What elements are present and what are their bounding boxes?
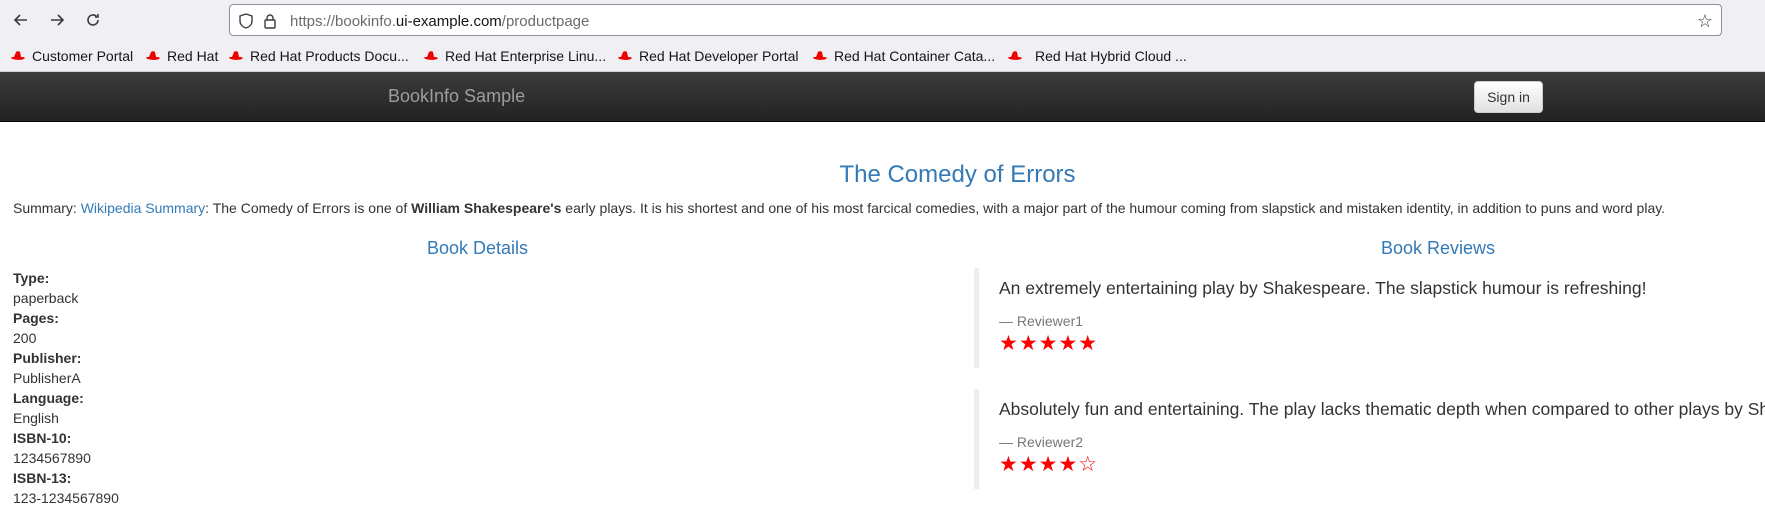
detail-value: 200: [13, 330, 37, 346]
star-rating: ★★★★★: [999, 332, 1099, 355]
red-hat-icon: [11, 51, 25, 60]
forward-arrow-icon[interactable]: [45, 8, 69, 32]
review-item: An extremely entertaining play by Shakes…: [974, 268, 1765, 368]
bookmark-customer-portal[interactable]: Customer Portal: [10, 46, 133, 66]
detail-value: PublisherA: [13, 370, 81, 386]
reload-icon[interactable]: [81, 8, 105, 32]
red-hat-icon: [813, 51, 827, 60]
detail-label: Pages:: [13, 310, 59, 326]
lock-icon[interactable]: [262, 13, 278, 29]
detail-label: Publisher:: [13, 350, 82, 366]
red-hat-icon: [229, 51, 243, 60]
web-page: BookInfo Sample Sign in The Comedy of Er…: [0, 72, 1765, 523]
reviewer-name: — Reviewer1: [999, 313, 1084, 329]
review-text: Absolutely fun and entertaining. The pla…: [999, 399, 1765, 419]
shield-icon[interactable]: [238, 13, 254, 29]
detail-label: ISBN-13:: [13, 470, 72, 486]
app-navbar: BookInfo Sample Sign in: [0, 72, 1765, 122]
detail-value: English: [13, 410, 59, 426]
back-arrow-icon[interactable]: [9, 8, 33, 32]
book-details-heading: Book Details: [427, 238, 529, 258]
sign-in-button[interactable]: Sign in: [1474, 81, 1543, 113]
review-item: Absolutely fun and entertaining. The pla…: [974, 389, 1765, 489]
detail-value: 1234567890: [13, 450, 91, 466]
red-hat-icon: [618, 51, 632, 60]
url-text[interactable]: https://bookinfo.ui-example.com/productp…: [290, 13, 589, 30]
bookmarks-bar: Customer Portal Red Hat Red Hat Products…: [0, 40, 1765, 72]
detail-label: Language:: [13, 390, 84, 406]
detail-value: 123-1234567890: [13, 490, 119, 506]
bookmark-red-hat-developer-portal[interactable]: Red Hat Developer Portal: [617, 46, 799, 66]
reviewer-name: — Reviewer2: [999, 434, 1084, 450]
detail-label: Type:: [13, 270, 50, 286]
detail-value: paperback: [13, 290, 79, 306]
review-text: An extremely entertaining play by Shakes…: [999, 278, 1647, 298]
book-reviews-heading: Book Reviews: [1381, 238, 1496, 258]
book-details-list: Type: paperback Pages: 200 Publisher: Pu…: [13, 268, 119, 508]
bookmark-red-hat-products-docs[interactable]: Red Hat Products Docu...: [228, 46, 409, 66]
red-hat-icon: [424, 51, 438, 60]
bookmark-red-hat-container-catalog[interactable]: Red Hat Container Cata...: [812, 46, 995, 66]
bookmark-star-icon[interactable]: ☆: [1697, 11, 1713, 32]
navbar-brand[interactable]: BookInfo Sample: [388, 86, 525, 107]
wikipedia-summary-link[interactable]: Wikipedia Summary: [81, 200, 205, 216]
browser-toolbar: https://bookinfo.ui-example.com/productp…: [0, 0, 1765, 40]
bookmark-red-hat[interactable]: Red Hat: [145, 46, 218, 66]
star-rating: ★★★★☆: [999, 453, 1099, 476]
summary-text: Summary: Wikipedia Summary: The Comedy o…: [13, 200, 1666, 216]
bookmark-red-hat-enterprise-linux[interactable]: Red Hat Enterprise Linu...: [423, 46, 606, 66]
detail-label: ISBN-10:: [13, 430, 72, 446]
url-bar[interactable]: https://bookinfo.ui-example.com/productp…: [229, 4, 1722, 36]
red-hat-icon: [1008, 51, 1022, 60]
bookmark-red-hat-hybrid-cloud[interactable]: Red Hat Hybrid Cloud ...: [1007, 46, 1187, 66]
page-title: The Comedy of Errors: [839, 161, 1076, 188]
red-hat-icon: [146, 51, 160, 60]
